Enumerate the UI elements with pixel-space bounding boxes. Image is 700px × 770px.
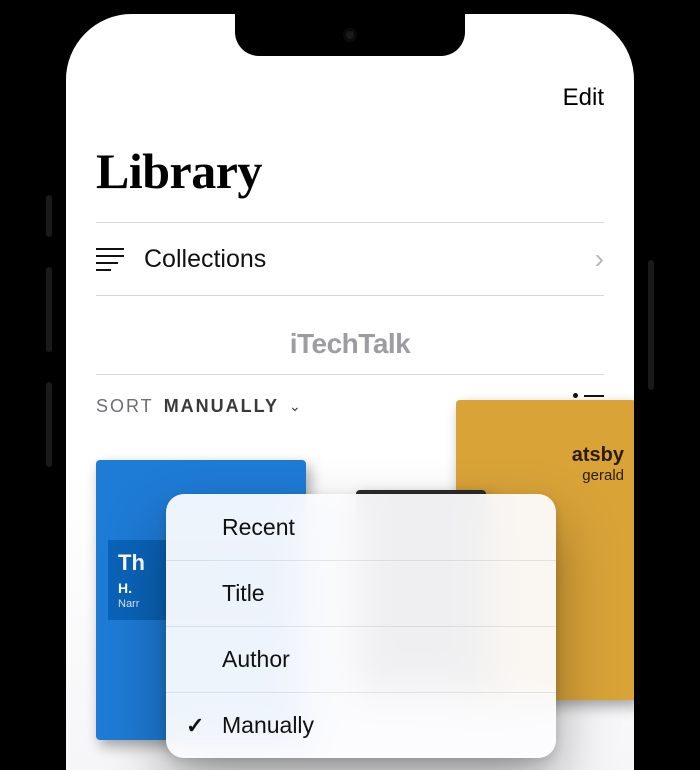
chevron-down-icon: ⌄ (289, 398, 303, 415)
sort-option-label: Author (222, 646, 290, 673)
sort-option-author[interactable]: Author (166, 626, 556, 692)
phone-frame: Edit Library Collections › iTechTalk SOR… (52, 0, 648, 770)
sort-button[interactable]: SORT MANUALLY ⌄ (96, 396, 303, 417)
book-title-fragment: atsby (468, 444, 624, 467)
sort-dropdown: Recent Title Author ✓ Manually (166, 494, 556, 758)
sort-option-label: Manually (222, 712, 314, 739)
collections-label: Collections (144, 245, 595, 274)
page-title: Library (96, 142, 604, 200)
sort-label: SORT (96, 396, 154, 417)
edit-button[interactable]: Edit (563, 84, 604, 112)
phone-side-button-right (648, 260, 654, 390)
phone-notch (235, 14, 465, 56)
chevron-right-icon: › (595, 243, 604, 275)
sort-option-label: Recent (222, 514, 295, 541)
sort-option-label: Title (222, 580, 265, 607)
checkmark-icon: ✓ (186, 713, 204, 739)
sort-option-manually[interactable]: ✓ Manually (166, 692, 556, 758)
sort-option-recent[interactable]: Recent (166, 494, 556, 560)
collections-row[interactable]: Collections › (96, 223, 604, 295)
collections-icon (96, 248, 124, 271)
sort-value: MANUALLY (164, 396, 279, 417)
book-author-fragment: gerald (468, 467, 624, 484)
watermark-text: iTechTalk (96, 296, 604, 374)
sort-option-title[interactable]: Title (166, 560, 556, 626)
